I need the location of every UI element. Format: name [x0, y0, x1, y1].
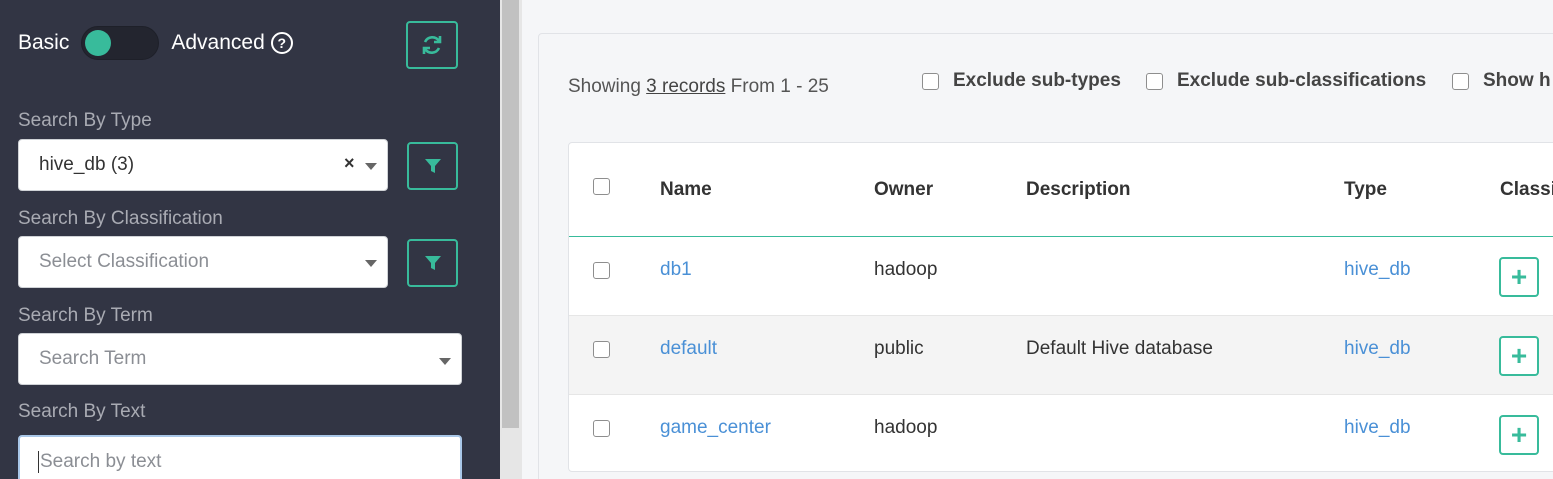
- show-historical-option[interactable]: Show h: [1452, 70, 1551, 92]
- term-placeholder: Search Term: [39, 348, 147, 369]
- entity-owner: hadoop: [874, 259, 938, 280]
- refresh-icon: [422, 36, 442, 54]
- entity-owner: hadoop: [874, 417, 938, 438]
- add-classification-button[interactable]: +: [1499, 415, 1539, 455]
- classification-placeholder: Select Classification: [39, 251, 210, 272]
- search-sidebar: Basic Advanced ? Search By Type hive_db …: [0, 0, 500, 479]
- search-by-text-label: Search By Text: [18, 401, 146, 422]
- exclude-subclassifications-label: Exclude sub-classifications: [1177, 70, 1427, 91]
- records-count-link[interactable]: 3 records: [646, 76, 725, 97]
- classification-select[interactable]: Select Classification: [18, 236, 388, 288]
- column-type[interactable]: Type: [1344, 179, 1387, 201]
- table-header: Name Owner Description Type Classi: [569, 143, 1553, 237]
- type-select-value: hive_db (3): [39, 154, 135, 175]
- column-classifications[interactable]: Classi: [1500, 179, 1553, 201]
- help-icon[interactable]: ?: [270, 32, 293, 54]
- row-checkbox[interactable]: [593, 420, 610, 437]
- show-historical-label: Show h: [1483, 70, 1551, 91]
- row-checkbox[interactable]: [593, 341, 610, 358]
- showing-range: From 1 - 25: [725, 76, 829, 97]
- search-text-input[interactable]: Search by text: [18, 435, 462, 479]
- classification-filter-button[interactable]: [407, 239, 458, 287]
- table-row: game_center hadoop hive_db +: [569, 395, 1553, 471]
- toggle-knob: [85, 30, 112, 56]
- entity-type-link[interactable]: hive_db: [1344, 259, 1411, 281]
- type-select[interactable]: hive_db (3) ×: [18, 139, 388, 191]
- add-classification-button[interactable]: +: [1499, 257, 1539, 297]
- add-classification-button[interactable]: +: [1499, 336, 1539, 376]
- column-owner[interactable]: Owner: [874, 179, 933, 201]
- results-table: Name Owner Description Type Classi db1 h…: [568, 142, 1553, 472]
- exclude-subtypes-label: Exclude sub-types: [953, 70, 1121, 91]
- entity-type-link[interactable]: hive_db: [1344, 338, 1411, 360]
- entity-name-link[interactable]: default: [660, 338, 717, 360]
- entity-description: Default Hive database: [1026, 338, 1213, 359]
- search-by-type-label: Search By Type: [18, 110, 152, 131]
- type-filter-button[interactable]: [407, 142, 458, 190]
- show-historical-checkbox[interactable]: [1452, 72, 1469, 90]
- filter-icon: [424, 159, 441, 173]
- entity-type-link[interactable]: hive_db: [1344, 417, 1411, 439]
- basic-mode-label: Basic: [18, 31, 70, 54]
- exclude-subclassifications-option[interactable]: Exclude sub-classifications: [1146, 70, 1426, 92]
- column-description[interactable]: Description: [1026, 179, 1131, 201]
- row-checkbox[interactable]: [593, 262, 610, 279]
- column-name[interactable]: Name: [660, 179, 712, 201]
- term-select[interactable]: Search Term: [18, 333, 462, 385]
- chevron-down-icon: [439, 358, 451, 365]
- table-row: default public Default Hive database hiv…: [569, 316, 1553, 395]
- scrollbar-thumb[interactable]: [502, 0, 519, 428]
- search-mode-switch: Basic Advanced ?: [18, 26, 293, 60]
- search-text-placeholder: Search by text: [40, 451, 162, 472]
- entity-name-link[interactable]: db1: [660, 259, 692, 281]
- mode-toggle[interactable]: [81, 26, 160, 60]
- search-by-term-label: Search By Term: [18, 305, 153, 326]
- clear-icon[interactable]: ×: [344, 153, 355, 174]
- showing-prefix: Showing: [568, 76, 647, 97]
- records-summary: Showing 3 records From 1 - 25: [568, 76, 829, 98]
- table-row: db1 hadoop hive_db +: [569, 237, 1553, 316]
- select-all-checkbox[interactable]: [593, 178, 610, 195]
- chevron-down-icon: [365, 163, 377, 170]
- filter-icon: [424, 256, 441, 270]
- advanced-mode-label: Advanced: [171, 31, 265, 54]
- entity-name-link[interactable]: game_center: [660, 417, 771, 439]
- exclude-subtypes-option[interactable]: Exclude sub-types: [922, 70, 1121, 92]
- search-by-classification-label: Search By Classification: [18, 208, 223, 229]
- exclude-subclassifications-checkbox[interactable]: [1146, 72, 1163, 90]
- refresh-button[interactable]: [406, 21, 458, 69]
- text-cursor: [38, 451, 39, 473]
- chevron-down-icon: [365, 260, 377, 267]
- exclude-subtypes-checkbox[interactable]: [922, 72, 939, 90]
- entity-owner: public: [874, 338, 924, 359]
